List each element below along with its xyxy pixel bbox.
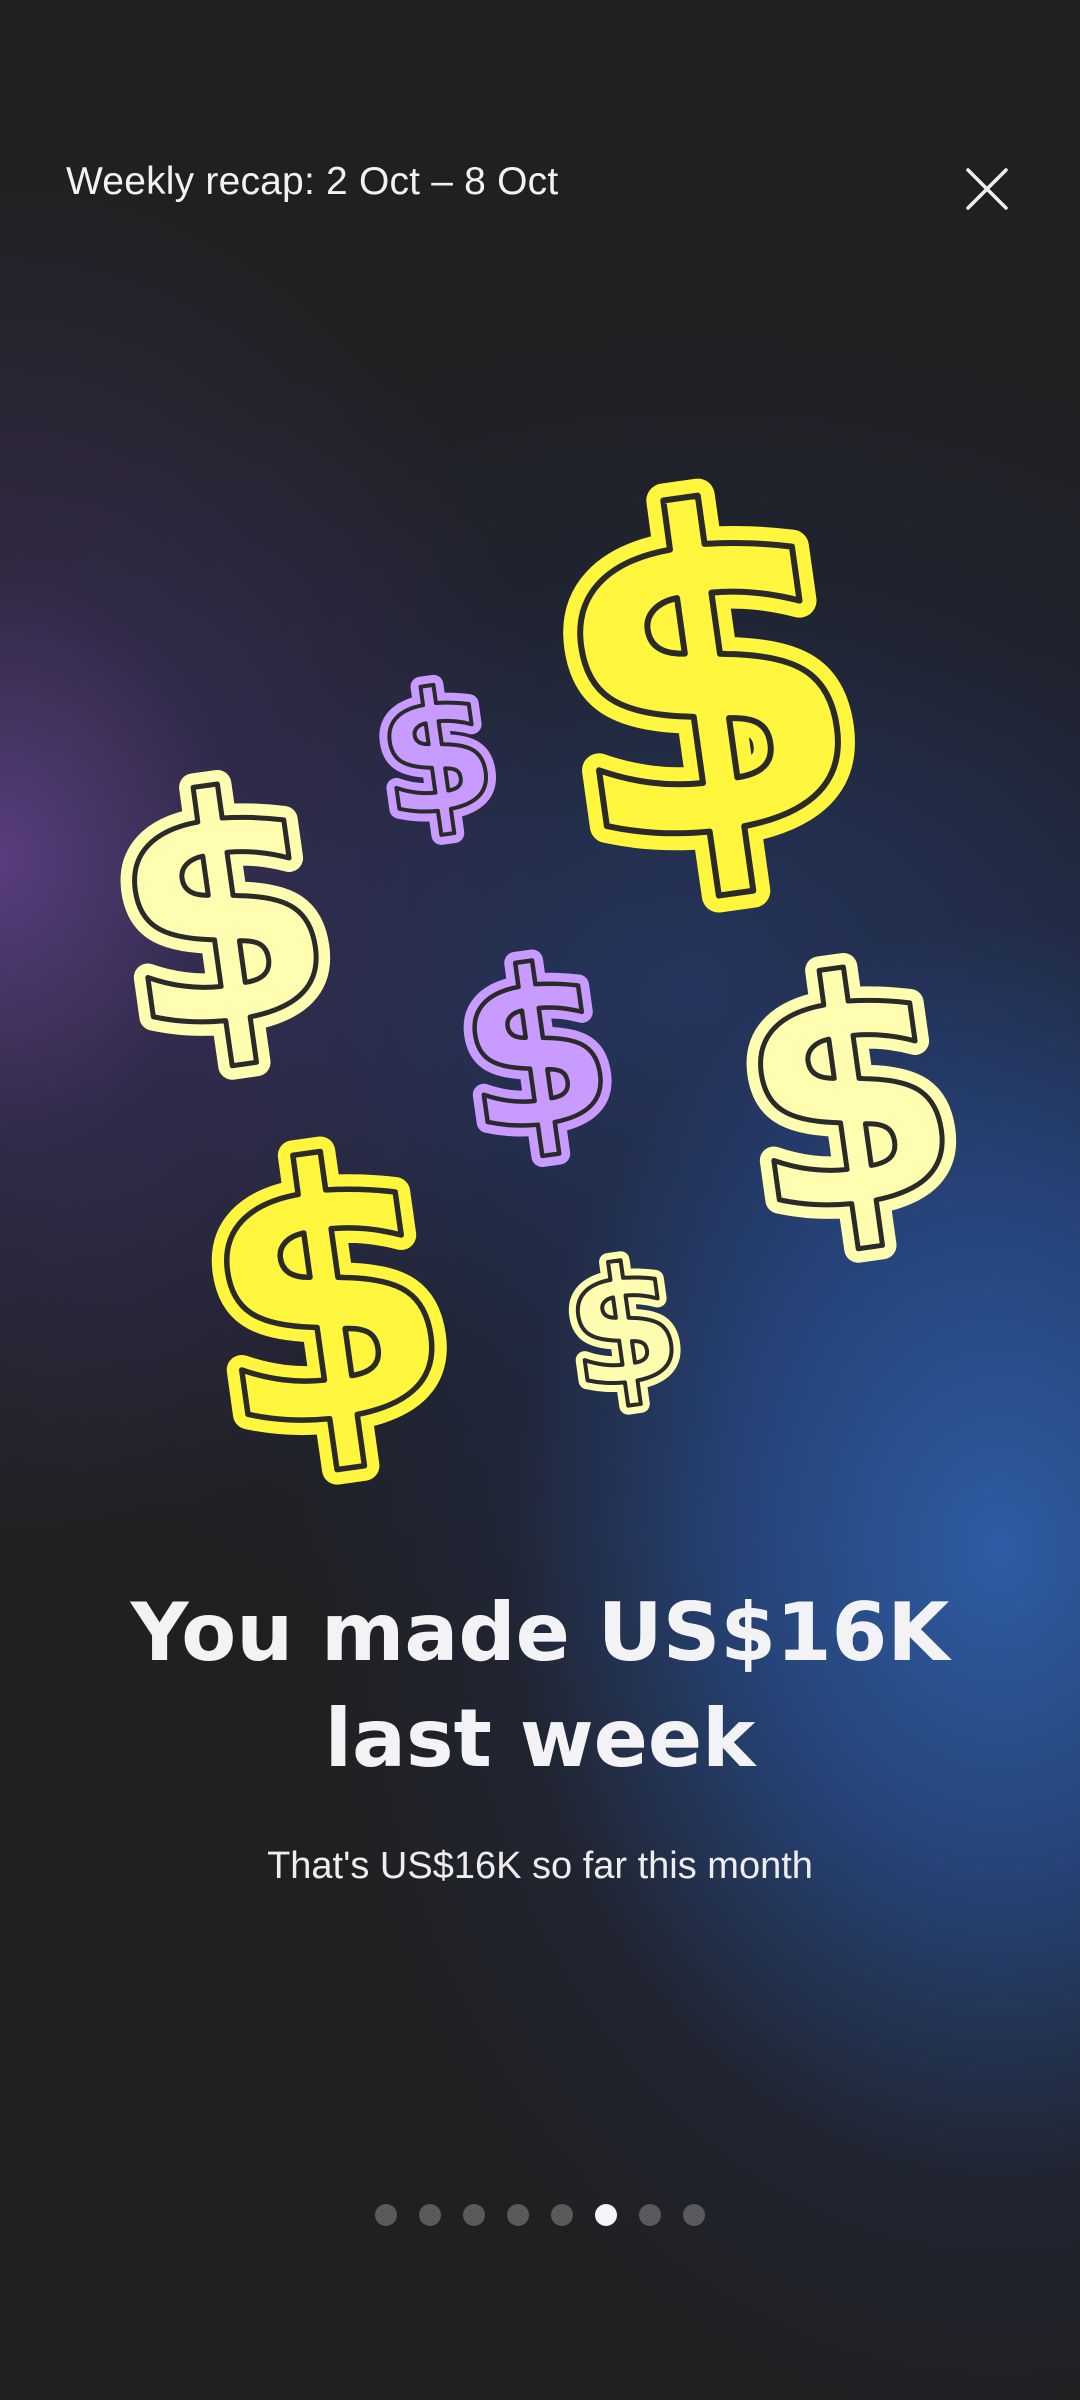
close-button[interactable]	[950, 152, 1022, 224]
svg-text:$: $	[366, 650, 506, 856]
month-total-subtext: That's US$16K so far this month	[267, 1845, 813, 1887]
earnings-headline: You made US$16K last week	[130, 1586, 950, 1785]
dollar-sign-icon: $ $	[501, 387, 909, 971]
page-dot[interactable]	[639, 2204, 661, 2226]
recap-title: Weekly recap: 2 Oct – 8 Oct	[66, 160, 559, 203]
svg-text:$: $	[366, 650, 506, 856]
page-dot[interactable]	[375, 2204, 397, 2226]
page-dot-active[interactable]	[595, 2204, 617, 2226]
page-dot[interactable]	[463, 2204, 485, 2226]
svg-text:$: $	[518, 404, 892, 954]
dollar-illustration: $ $ $ $ $ $ $ $ $ $ $ $ $ $	[77, 387, 995, 1531]
page-dot[interactable]	[419, 2204, 441, 2226]
svg-text:$: $	[444, 915, 627, 1184]
svg-text:$: $	[555, 1226, 691, 1427]
page-dot[interactable]	[507, 2204, 529, 2226]
close-icon	[966, 168, 1008, 210]
dollar-sign-icon: $ $	[433, 904, 638, 1195]
svg-text:$: $	[444, 915, 627, 1184]
svg-text:$: $	[555, 1226, 691, 1427]
page-dot[interactable]	[683, 2204, 705, 2226]
dollar-sign-icon: $ $	[356, 640, 516, 866]
svg-text:$: $	[91, 720, 355, 1108]
page-dot[interactable]	[551, 2204, 573, 2226]
dollar-sign-icon: $ $	[703, 889, 995, 1305]
svg-text:$: $	[178, 1078, 476, 1516]
svg-text:$: $	[91, 720, 355, 1108]
dollar-sign-icon: $ $	[163, 1063, 491, 1531]
svg-text:$: $	[717, 903, 981, 1291]
page-indicator	[0, 2200, 1080, 2230]
svg-text:$: $	[717, 903, 981, 1291]
recap-screen: Weekly recap: 2 Oct – 8 Oct $ $ $ $ $ $ …	[0, 0, 1080, 2400]
svg-text:$: $	[518, 404, 892, 954]
svg-text:$: $	[178, 1078, 476, 1516]
dollar-sign-icon: $ $	[546, 1217, 700, 1436]
dollar-sign-icon: $ $	[77, 706, 369, 1122]
